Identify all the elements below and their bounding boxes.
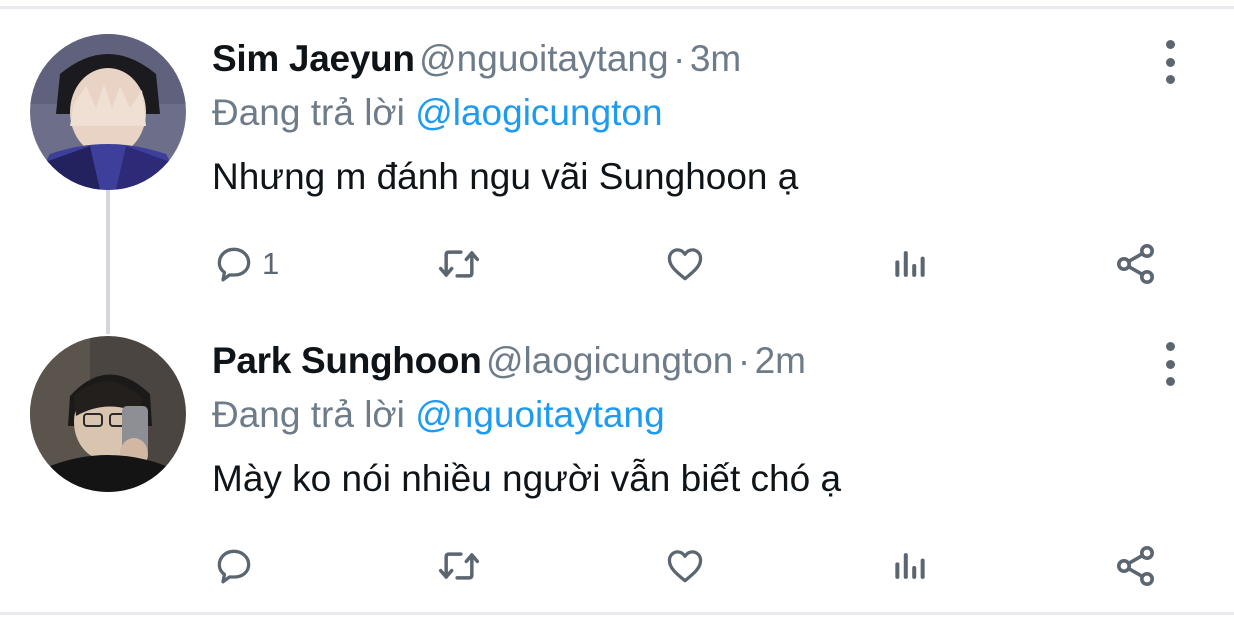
more-icon (1165, 342, 1175, 351)
reply-prefix: Đang trả lời (212, 394, 405, 435)
retweet-button[interactable] (434, 538, 484, 594)
retweet-button[interactable] (434, 236, 484, 292)
reply-mention-link[interactable]: @laogicungton (415, 92, 662, 133)
share-icon (1117, 244, 1154, 284)
more-options-button[interactable] (1150, 342, 1190, 386)
more-options-button[interactable] (1150, 40, 1190, 84)
like-button[interactable] (662, 538, 708, 594)
share-icon (1117, 546, 1154, 586)
share-button[interactable] (1112, 236, 1160, 292)
more-icon (1165, 40, 1175, 49)
reply-button[interactable] (212, 538, 262, 594)
tweet-header: Park Sunghoon @laogicungton · 2m (212, 340, 806, 382)
tweet-actions (212, 538, 1172, 594)
reply-count: 1 (262, 246, 280, 281)
bottom-divider (0, 612, 1234, 615)
views-button[interactable] (888, 538, 932, 594)
like-button[interactable] (662, 236, 708, 292)
tweet-header: Sim Jaeyun @nguoitaytang · 3m (212, 38, 741, 80)
views-icon (895, 251, 925, 277)
display-name[interactable]: Sim Jaeyun (212, 38, 415, 79)
reply-icon (217, 247, 251, 282)
reply-button[interactable]: 1 (212, 236, 279, 292)
tweet-text: Mày ko nói nhiều người vẫn biết chó ạ (212, 458, 842, 499)
views-button[interactable] (888, 236, 932, 292)
retweet-icon (438, 552, 480, 580)
avatar[interactable] (30, 336, 186, 492)
reply-icon (217, 549, 251, 584)
share-button[interactable] (1112, 538, 1160, 594)
tweet[interactable]: Sim Jaeyun @nguoitaytang · 3m Đang trả l… (0, 0, 1234, 300)
like-icon (667, 550, 703, 583)
reply-prefix: Đang trả lời (212, 92, 405, 133)
timestamp[interactable]: 3m (690, 38, 741, 79)
username[interactable]: @nguoitaytang (419, 38, 668, 79)
like-icon (667, 248, 703, 281)
tweet-actions: 1 (212, 236, 1172, 292)
separator-dot: · (737, 340, 751, 381)
reply-mention-link[interactable]: @nguoitaytang (415, 394, 664, 435)
retweet-icon (438, 250, 480, 278)
replying-to: Đang trả lời @laogicungton (212, 92, 663, 134)
tweet[interactable]: Park Sunghoon @laogicungton · 2m Đang tr… (0, 302, 1234, 602)
tweet-text: Nhưng m đánh ngu vãi Sunghoon ạ (212, 156, 799, 197)
display-name[interactable]: Park Sunghoon (212, 340, 482, 381)
replying-to: Đang trả lời @nguoitaytang (212, 394, 665, 436)
views-icon (895, 553, 925, 579)
separator-dot: · (673, 38, 686, 79)
avatar[interactable] (30, 34, 186, 190)
timestamp[interactable]: 2m (755, 340, 806, 381)
username[interactable]: @laogicungton (486, 340, 733, 381)
